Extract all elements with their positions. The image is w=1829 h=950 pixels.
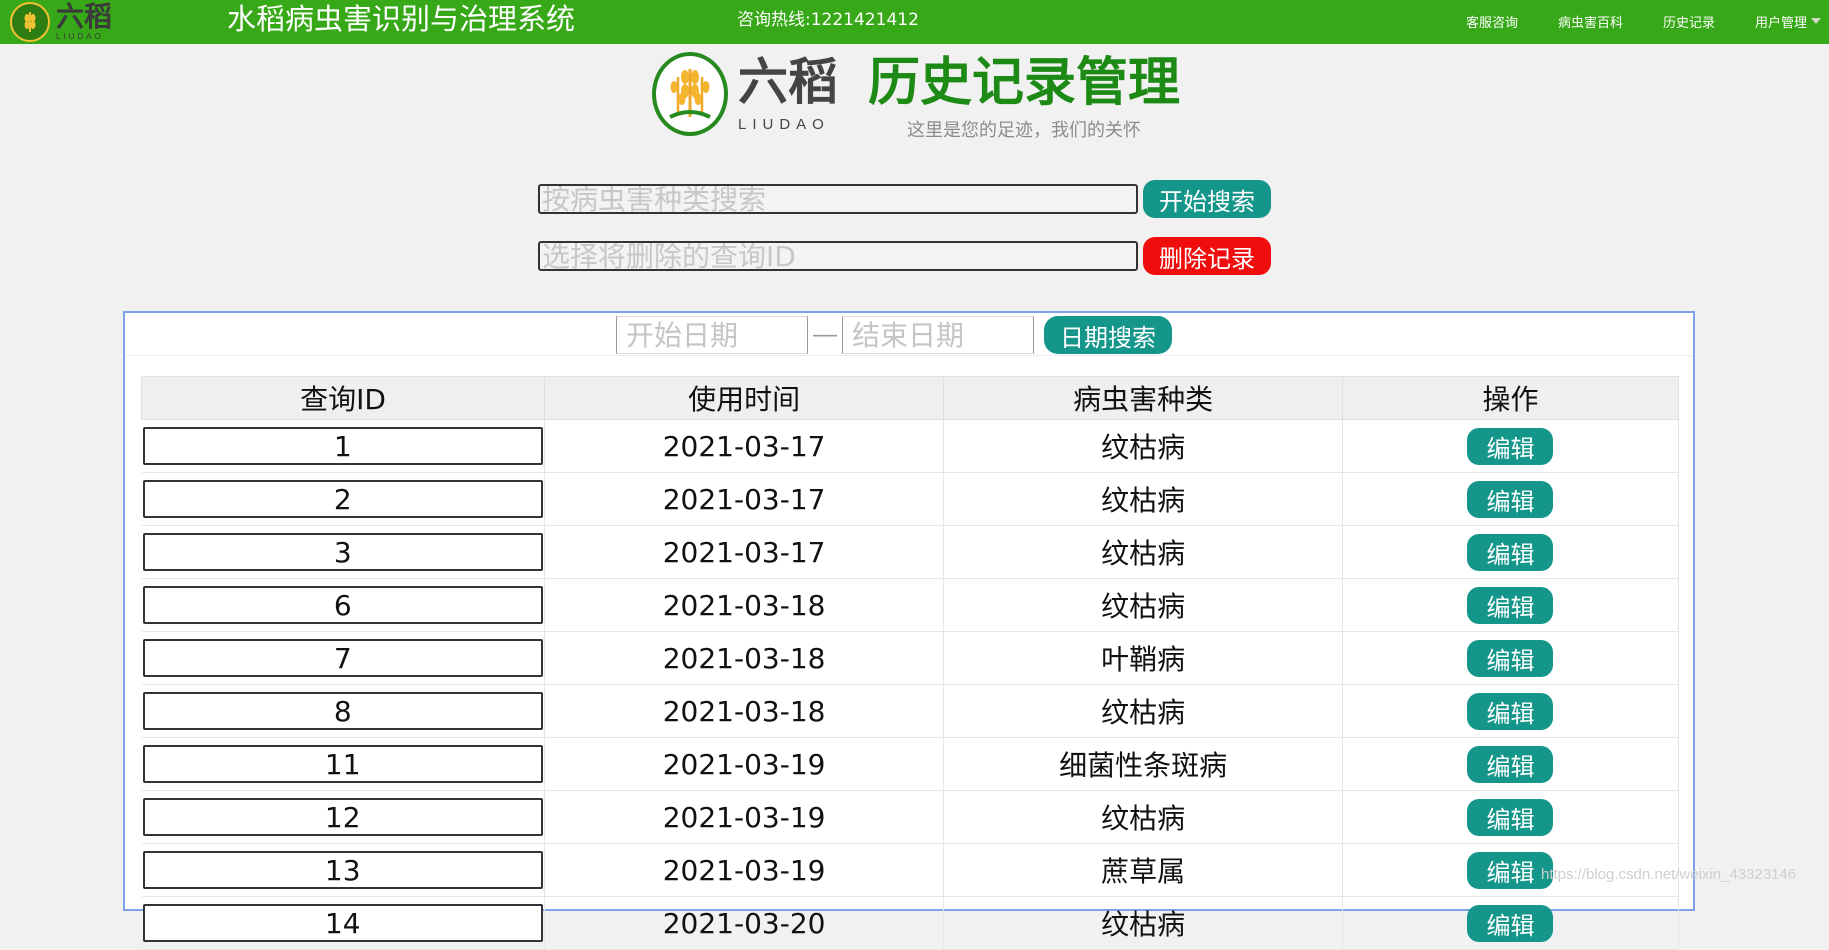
record-type: 纹枯病 — [943, 790, 1343, 844]
record-date: 2021-03-18 — [544, 578, 945, 632]
record-id-field[interactable]: 11 — [142, 745, 543, 783]
top-nav: 客服咨询 病虫害百科 历史记录 用户管理 — [1466, 0, 1829, 42]
start-date-input[interactable] — [616, 316, 808, 354]
table-row: 3 2021-03-17 纹枯病 编辑 — [141, 525, 1680, 579]
record-id-field[interactable]: 2 — [142, 480, 543, 518]
chevron-down-icon — [1811, 18, 1821, 24]
record-date: 2021-03-17 — [544, 472, 945, 526]
table-row: 13 2021-03-19 蔗草属 编辑 — [141, 843, 1680, 897]
edit-button[interactable]: 编辑 — [1467, 586, 1554, 624]
record-id-field[interactable]: 1 — [142, 427, 543, 465]
table-row: 12 2021-03-19 纹枯病 编辑 — [141, 790, 1680, 844]
search-row: 开始搜索 — [538, 180, 1271, 218]
header-logo-en: LIUDAO — [738, 116, 830, 133]
record-id-field[interactable]: 12 — [142, 798, 543, 836]
top-logo-cn: 六稻 — [56, 0, 113, 33]
header-logo-cn: 六稻 — [738, 53, 838, 111]
edit-button[interactable]: 编辑 — [1467, 533, 1554, 571]
column-header-time: 使用时间 — [543, 376, 945, 420]
top-bar: 六稻 LIUDAO 水稻病虫害识别与治理系统 咨询热线:1221421412 客… — [0, 0, 1829, 44]
column-header-action: 操作 — [1341, 376, 1680, 420]
record-date: 2021-03-17 — [544, 525, 945, 579]
edit-button[interactable]: 编辑 — [1467, 480, 1554, 518]
record-date: 2021-03-19 — [544, 790, 945, 844]
nav-user-management-label: 用户管理 — [1754, 15, 1807, 31]
watermark: https://blog.csdn.net/weixin_43323146 — [1541, 866, 1797, 883]
record-id-field[interactable]: 8 — [142, 692, 543, 730]
records-panel: — 日期搜索 查询ID 使用时间 病虫害种类 操作 1 2021-03-17 纹… — [123, 311, 1695, 950]
column-header-type: 病虫害种类 — [943, 376, 1343, 420]
delete-id-input[interactable] — [538, 241, 1138, 271]
record-date: 2021-03-20 — [544, 896, 945, 950]
record-date: 2021-03-18 — [544, 631, 945, 685]
record-type: 细菌性条斑病 — [943, 737, 1343, 791]
edit-button[interactable]: 编辑 — [1467, 798, 1554, 836]
table-row: 1 2021-03-17 纹枯病 编辑 — [141, 419, 1680, 473]
nav-user-management[interactable]: 用户管理 — [1755, 12, 1821, 31]
table-row: 6 2021-03-18 纹枯病 编辑 — [141, 578, 1680, 632]
date-search-button[interactable]: 日期搜索 — [1044, 316, 1172, 354]
table-header-row: 查询ID 使用时间 病虫害种类 操作 — [141, 376, 1680, 420]
record-type: 纹枯病 — [943, 472, 1343, 526]
edit-button[interactable]: 编辑 — [1467, 904, 1554, 942]
nav-history[interactable]: 历史记录 — [1663, 12, 1715, 31]
record-date: 2021-03-17 — [544, 419, 945, 473]
record-type: 纹枯病 — [943, 684, 1343, 738]
wheat-emblem-icon — [652, 52, 728, 136]
delete-record-button[interactable]: 删除记录 — [1143, 237, 1271, 275]
record-id-field[interactable]: 6 — [142, 586, 543, 624]
page-title: 历史记录管理 — [868, 53, 1181, 113]
edit-button[interactable]: 编辑 — [1467, 639, 1554, 677]
record-date: 2021-03-18 — [544, 684, 945, 738]
nav-pest-encyclopedia[interactable]: 病虫害百科 — [1558, 12, 1623, 31]
table-row: 14 2021-03-20 纹枯病 编辑 — [141, 896, 1680, 950]
record-type: 纹枯病 — [943, 525, 1343, 579]
record-id-field[interactable]: 14 — [142, 904, 543, 942]
record-type: 蔗草属 — [943, 843, 1343, 897]
end-date-input[interactable] — [842, 316, 1034, 354]
column-header-id: 查询ID — [141, 376, 545, 420]
record-id-field[interactable]: 7 — [142, 639, 543, 677]
start-search-button[interactable]: 开始搜索 — [1143, 180, 1271, 218]
record-date: 2021-03-19 — [544, 843, 945, 897]
table-row: 7 2021-03-18 叶鞘病 编辑 — [141, 631, 1680, 685]
record-type: 纹枯病 — [943, 896, 1343, 950]
record-id-field[interactable]: 13 — [142, 851, 543, 889]
wheat-logo-icon — [10, 2, 50, 42]
edit-button[interactable]: 编辑 — [1467, 427, 1554, 465]
record-type: 纹枯病 — [943, 578, 1343, 632]
records-table: 查询ID 使用时间 病虫害种类 操作 1 2021-03-17 纹枯病 编辑 2… — [141, 376, 1680, 950]
top-logo[interactable]: 六稻 LIUDAO — [10, 2, 112, 42]
table-row: 8 2021-03-18 纹枯病 编辑 — [141, 684, 1680, 738]
page-header: 六稻 LIUDAO 历史记录管理 这里是您的足迹，我们的关怀 — [652, 52, 1180, 142]
date-separator: — — [813, 321, 837, 348]
delete-row: 删除记录 — [538, 237, 1271, 275]
hotline-text: 咨询热线:1221421412 — [737, 10, 919, 30]
page-subtitle: 这里是您的足迹，我们的关怀 — [907, 120, 1141, 141]
top-logo-en: LIUDAO — [56, 32, 104, 41]
table-row: 2 2021-03-17 纹枯病 编辑 — [141, 472, 1680, 526]
divider — [125, 355, 1693, 356]
record-type: 纹枯病 — [943, 419, 1343, 473]
table-row: 11 2021-03-19 细菌性条斑病 编辑 — [141, 737, 1680, 791]
system-title: 水稻病虫害识别与治理系统 — [227, 2, 576, 36]
edit-button[interactable]: 编辑 — [1467, 692, 1554, 730]
record-id-field[interactable]: 3 — [142, 533, 543, 571]
edit-button[interactable]: 编辑 — [1467, 745, 1554, 783]
search-input[interactable] — [538, 184, 1138, 214]
date-filter: — 日期搜索 — [616, 316, 1172, 354]
record-type: 叶鞘病 — [943, 631, 1343, 685]
nav-customer-service[interactable]: 客服咨询 — [1466, 12, 1518, 31]
record-date: 2021-03-19 — [544, 737, 945, 791]
